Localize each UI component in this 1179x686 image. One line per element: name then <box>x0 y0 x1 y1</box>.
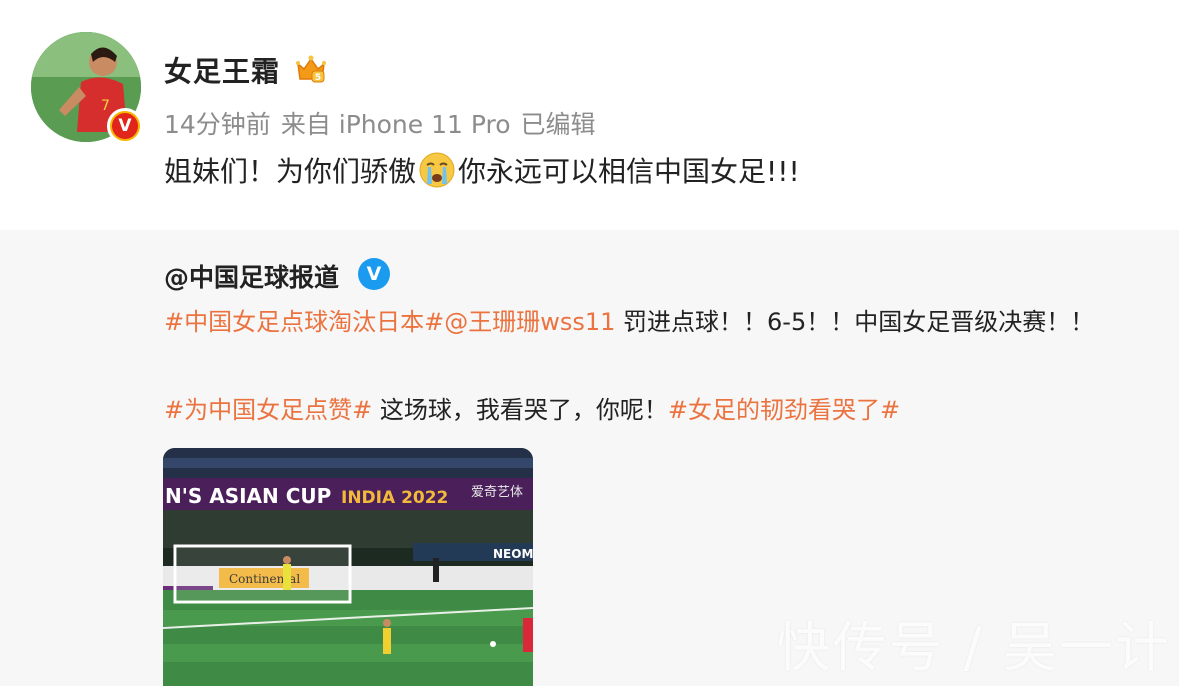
author-name[interactable]: 女足王霜 <box>164 50 280 90</box>
verified-v-icon: V <box>107 108 143 144</box>
repost-line-1: #中国女足点球淘汰日本#@王珊珊wss11 罚进点球！！6-5！！中国女足晋级决… <box>164 302 1094 337</box>
video-thumbnail[interactable]: N'S ASIAN CUP INDIA 2022 爱奇艺体 NEOM Conti… <box>163 448 533 686</box>
crying-emoji-icon <box>419 152 455 188</box>
repost-text: 罚进点球！！6-5！！中国女足晋级决赛！！ <box>615 308 1095 336</box>
banner-year: INDIA 2022 <box>341 488 448 508</box>
svg-text:5: 5 <box>315 73 321 83</box>
edited-label[interactable]: 已编辑 <box>521 110 596 139</box>
mention-link[interactable]: @王珊珊wss11 <box>444 308 615 336</box>
topic-link[interactable]: #女足的韧劲看哭了# <box>668 396 900 424</box>
repost-author[interactable]: @中国足球报道 <box>164 258 339 294</box>
board-neom: NEOM <box>493 547 533 561</box>
post-time[interactable]: 14分钟前 <box>164 110 271 139</box>
broadcaster-logo: 爱奇艺体 <box>471 484 523 500</box>
svg-text:7: 7 <box>101 98 110 114</box>
post-text-after: 你永远可以相信中国女足!!! <box>458 155 800 188</box>
watermark: 快传号 / 吴一计 <box>776 616 1171 679</box>
repost-text: 这场球，我看哭了，你呢！ <box>372 396 668 424</box>
post-meta: 14分钟前 来自 iPhone 11 Pro 已编辑 <box>164 105 606 141</box>
original-post: 7 V 女足王霜 5 14分钟前 来自 iPhone 11 Pro 已编辑 姐妹们！… <box>0 0 1179 230</box>
crown-vip-icon[interactable]: 5 <box>294 52 328 86</box>
repost-line-2: #为中国女足点赞# 这场球，我看哭了，你呢！#女足的韧劲看哭了# <box>164 390 900 425</box>
topic-link[interactable]: #中国女足点球淘汰日本# <box>164 308 444 336</box>
topic-link[interactable]: #为中国女足点赞# <box>164 396 372 424</box>
blue-verified-icon: V <box>358 258 390 290</box>
post-text-before: 姐妹们！为你们骄傲 <box>164 155 417 188</box>
video-frame: N'S ASIAN CUP INDIA 2022 爱奇艺体 NEOM Conti… <box>163 448 533 686</box>
banner-text: N'S ASIAN CUP <box>165 484 331 508</box>
post-text: 姐妹们！为你们骄傲 你永远可以相信中国女足!!! <box>164 150 800 190</box>
post-source: 来自 iPhone 11 Pro <box>280 110 511 139</box>
